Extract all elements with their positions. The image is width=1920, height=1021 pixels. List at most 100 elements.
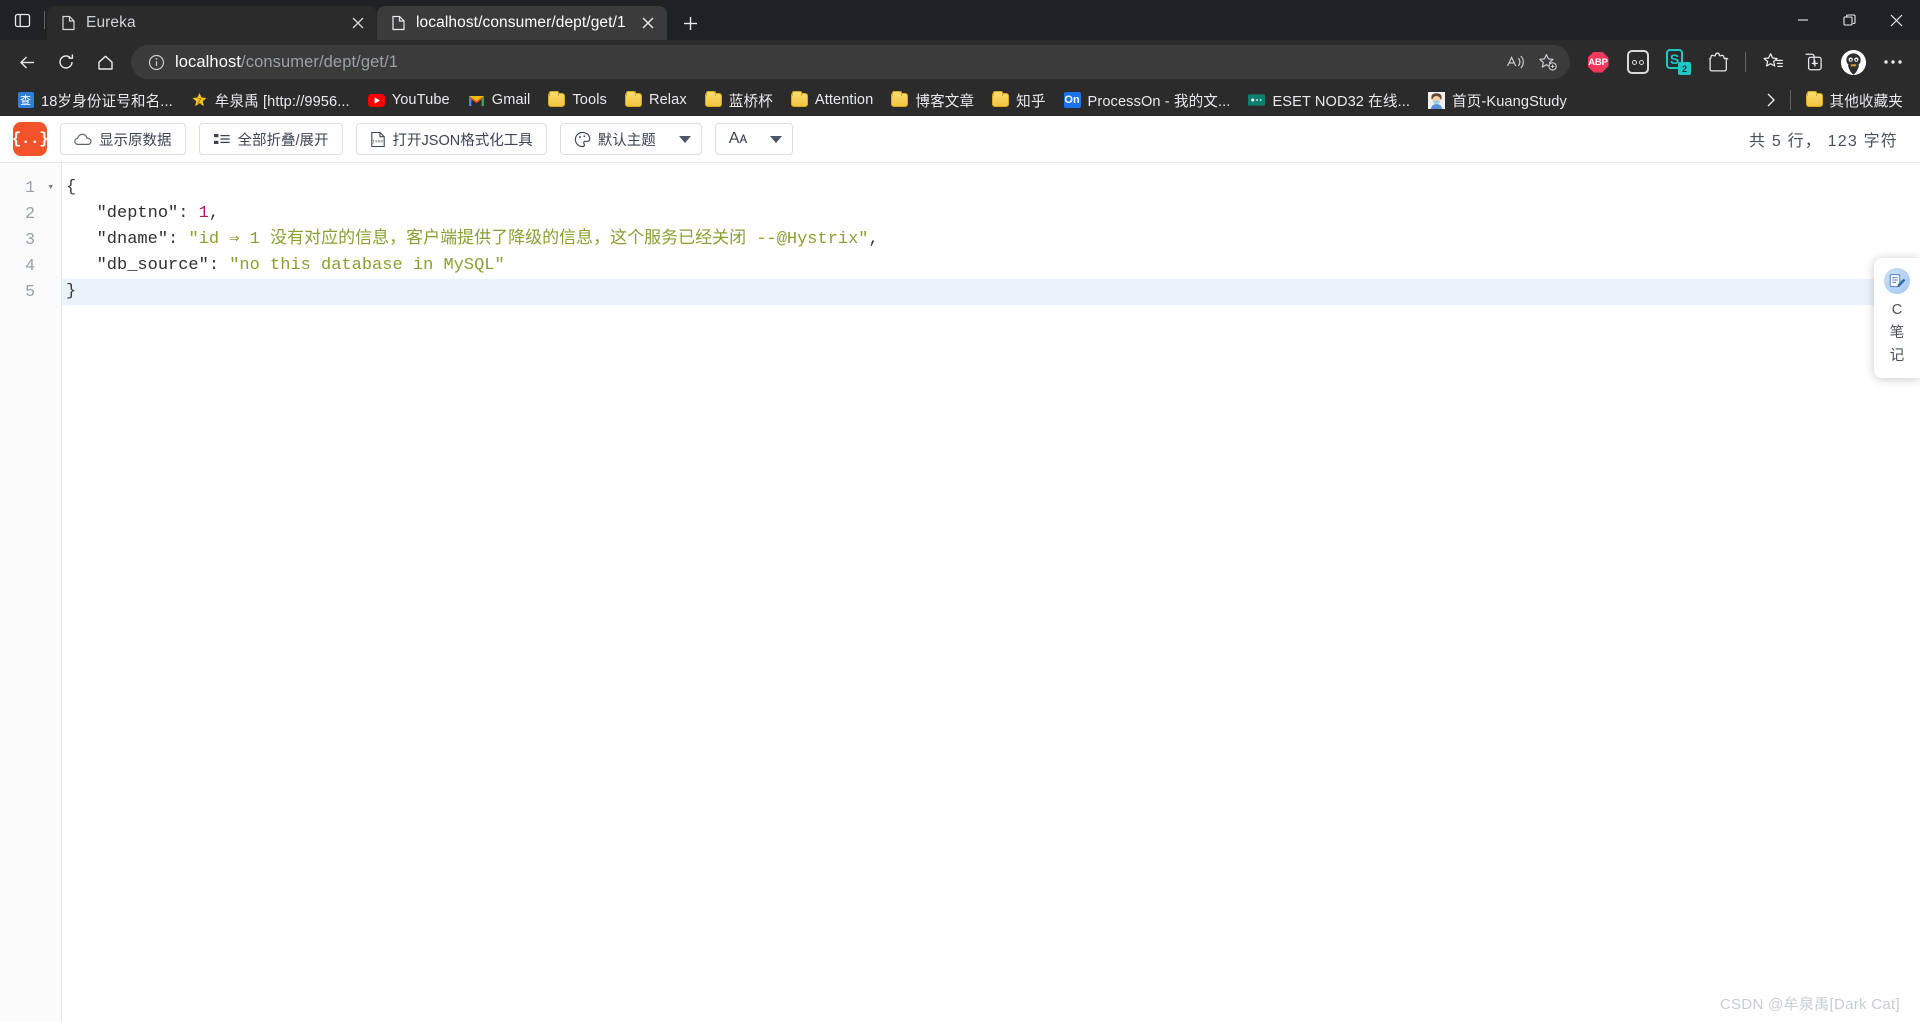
gmail-icon: [468, 92, 485, 109]
code-token-punc: :: [178, 204, 199, 223]
bookmark-label: ProcessOn - 我的文...: [1087, 93, 1231, 110]
window-controls: [1779, 0, 1920, 40]
code-token-punc: ,: [868, 230, 879, 249]
button-label: 全部折叠/展开: [237, 132, 329, 149]
bookmark-folder-other-favorites[interactable]: 其他收藏夹: [1797, 86, 1912, 115]
json-code-area[interactable]: { "deptno": 1, "dname": "id ⇒ 1 没有对应的信息，…: [62, 163, 1920, 1021]
bookmark-label: ESET NOD32 在线...: [1272, 93, 1411, 110]
minimize-button[interactable]: [1779, 0, 1826, 40]
browser-extension-icon[interactable]: [1699, 45, 1737, 79]
folder-icon: [624, 91, 642, 109]
code-token-punc: ,: [208, 204, 220, 223]
palette-icon: [574, 131, 591, 148]
add-favorite-icon[interactable]: [1532, 48, 1564, 76]
code-token-punc: :: [168, 230, 189, 249]
youtube-icon: [367, 92, 385, 109]
collapse-icon: [213, 132, 231, 146]
folder-icon: [548, 91, 566, 109]
bookmark-folder-zhihu[interactable]: 知乎: [983, 86, 1054, 115]
code-line: "deptno": 1,: [62, 201, 1920, 227]
theme-select[interactable]: 默认主题: [559, 123, 702, 155]
bookmark-folder-relax[interactable]: Relax: [616, 88, 696, 113]
fold-toggle-icon[interactable]: ▾: [47, 175, 54, 201]
new-tab-button[interactable]: [673, 6, 707, 40]
watermark: CSDN @牟泉禹[Dark Cat]: [1719, 996, 1900, 1013]
svg-text:Z: Z: [197, 98, 202, 105]
bookmarks-overflow-chevron-icon[interactable]: [1758, 87, 1784, 113]
line-number-value: 5: [25, 282, 35, 301]
bookmark-item[interactable]: 首页-KuangStudy: [1419, 86, 1576, 115]
tab-title: localhost/consumer/dept/get/1: [416, 14, 626, 31]
cha-glyph: 查: [17, 92, 34, 108]
home-icon[interactable]: [86, 45, 124, 79]
bookmark-label: 博客文章: [915, 93, 975, 110]
lastpass-icon[interactable]: [1619, 45, 1657, 79]
more-options-icon[interactable]: [1874, 45, 1912, 79]
bookmark-item[interactable]: YouTube: [359, 88, 459, 113]
abp-badge: ABP: [1587, 51, 1609, 73]
open-json-formatter-button[interactable]: json 打开JSON格式化工具: [355, 123, 547, 155]
bookmark-folder-attention[interactable]: Attention: [782, 88, 883, 113]
widget-line: 记: [1889, 348, 1905, 364]
line-number-value: 2: [25, 204, 35, 223]
star-icon: Z: [191, 92, 208, 109]
bookmark-item[interactable]: On ProcessOn - 我的文...: [1055, 86, 1240, 115]
bookmark-folder-lanqiaobei[interactable]: 蓝桥杯: [696, 86, 782, 115]
page-icon: [60, 15, 77, 32]
bookmark-item[interactable]: Gmail: [459, 88, 540, 113]
line-number[interactable]: 5: [0, 279, 61, 305]
button-label: 打开JSON格式化工具: [392, 132, 533, 149]
restore-button[interactable]: [1826, 0, 1873, 40]
profile-avatar[interactable]: [1834, 45, 1872, 79]
read-aloud-icon[interactable]: [1500, 48, 1532, 76]
code-token-punc: :: [208, 256, 230, 275]
refresh-icon[interactable]: [47, 45, 85, 79]
c-notes-widget[interactable]: C 笔 记: [1874, 258, 1920, 378]
on-glyph: On: [1063, 92, 1081, 108]
address-bar[interactable]: localhost/consumer/dept/get/1: [131, 45, 1570, 79]
bookmark-item[interactable]: 查 18岁身份证号和名...: [8, 86, 182, 115]
processon-icon: On: [1063, 92, 1081, 109]
line-number[interactable]: 3: [0, 227, 61, 253]
tab-eureka[interactable]: Eureka: [47, 6, 377, 40]
code-line: {: [62, 175, 1920, 201]
show-raw-data-button[interactable]: 显示原数据: [60, 123, 186, 155]
line-number-value: 4: [25, 256, 35, 275]
bookmark-label: 其他收藏夹: [1829, 93, 1903, 110]
font-size-select[interactable]: Aᴀ: [714, 123, 794, 155]
code-token: }: [66, 282, 77, 301]
collapse-expand-all-button[interactable]: 全部折叠/展开: [198, 123, 343, 155]
code-token-string: "no this database in MySQL": [229, 256, 505, 275]
cloud-icon: [74, 133, 92, 146]
line-number[interactable]: 1 ▾: [0, 175, 61, 201]
bookmark-item[interactable]: ESET NOD32 在线...: [1239, 86, 1419, 115]
widget-line: 笔: [1889, 325, 1905, 341]
bookmark-label: 蓝桥杯: [728, 93, 773, 110]
browser-window: Eureka localhost/consumer/dept/get/1 loc…: [0, 0, 1920, 1021]
tab-strip: Eureka localhost/consumer/dept/get/1: [0, 0, 1920, 40]
json-viewer-toolbar: {..} 显示原数据 全部折叠/展开 json 打开JSON格式化工具 默认主题…: [0, 116, 1920, 163]
tab-search-icon[interactable]: [0, 0, 44, 40]
back-arrow-icon[interactable]: [8, 45, 46, 79]
adblock-plus-icon[interactable]: ABP: [1579, 45, 1617, 79]
bookmark-folder-blog[interactable]: 博客文章: [882, 86, 983, 115]
bookmark-folder-tools[interactable]: Tools: [539, 88, 616, 113]
folder-icon: [704, 91, 722, 109]
json-line-char-counter: 共 5 行， 123 字符: [1749, 133, 1898, 150]
favorites-icon[interactable]: [1754, 45, 1792, 79]
chevron-down-icon[interactable]: [770, 135, 783, 143]
bookmark-item[interactable]: Z 牟泉禹 [http://9956...: [182, 86, 359, 115]
address-bar-url[interactable]: localhost/consumer/dept/get/1: [169, 53, 1500, 72]
close-icon[interactable]: [637, 12, 659, 34]
chevron-down-icon[interactable]: [678, 135, 691, 143]
close-button[interactable]: [1873, 0, 1920, 40]
line-number[interactable]: 2: [0, 201, 61, 227]
collections-icon[interactable]: [1794, 45, 1832, 79]
snipaste-icon[interactable]: S 2: [1659, 45, 1697, 79]
bookmark-label: Gmail: [491, 92, 531, 108]
close-icon[interactable]: [347, 12, 369, 34]
line-number[interactable]: 4: [0, 253, 61, 279]
tab-localhost-consumer[interactable]: localhost/consumer/dept/get/1: [377, 6, 667, 40]
info-circle-icon[interactable]: [143, 49, 169, 75]
